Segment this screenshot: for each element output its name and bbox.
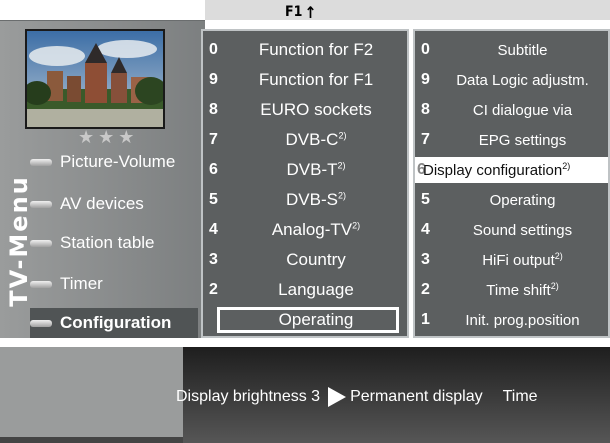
top-panel	[205, 0, 610, 20]
item-number: 3	[421, 251, 430, 268]
item-number: 9	[421, 71, 430, 88]
preview-thumbnail	[25, 29, 165, 129]
item-label: Data Logic adjustm.	[456, 71, 589, 89]
submenu-item-data-logic[interactable]: 9 Data Logic adjustm.	[415, 67, 608, 93]
submenu-item-epg-settings[interactable]: 7 EPG settings	[415, 127, 608, 153]
status-tail-text: Time	[502, 388, 538, 405]
item-label: Subtitle	[497, 41, 548, 59]
menu-item-dvb-c[interactable]: 7 DVB-C2)	[203, 127, 407, 153]
status-left-text: Display brightness 3	[176, 388, 321, 405]
sidebar-item-configuration[interactable]: Configuration	[30, 308, 198, 338]
item-label: DVB-C2)	[285, 130, 347, 149]
item-number: 5	[209, 191, 218, 208]
bullet-bar-icon	[30, 239, 52, 247]
item-label: CI dialogue via	[472, 101, 573, 119]
sidebar-item-timer[interactable]: Timer	[30, 269, 103, 299]
item-label: Country	[286, 250, 346, 269]
submenu-item-init-prog-position[interactable]: 1 Init. prog.position	[415, 307, 608, 333]
sidebar-item-picture-volume[interactable]: Picture-Volume	[30, 147, 175, 177]
item-number: 8	[421, 101, 430, 118]
item-label: Display configuration2)	[423, 161, 571, 179]
selection-frame	[217, 307, 399, 333]
f1-label: F1	[285, 4, 303, 20]
menu-item-euro-sockets[interactable]: 8 EURO sockets	[203, 97, 407, 123]
submenu-item-display-configuration[interactable]: 6 Display configuration2)	[415, 157, 608, 183]
bullet-bar-icon	[30, 200, 52, 208]
sidebar-item-av-devices[interactable]: AV devices	[30, 189, 144, 219]
item-label: Function for F2	[258, 40, 374, 59]
sidebar-item-label: Station table	[60, 233, 155, 252]
menu-title-text: TV-Menu	[5, 175, 33, 307]
item-label: Analog-TV2)	[271, 220, 361, 239]
item-number: 7	[209, 131, 218, 148]
submenu-item-hifi-output[interactable]: 3 HiFi output2)	[415, 247, 608, 273]
item-number: 7	[421, 131, 430, 148]
item-label: Sound settings	[472, 221, 573, 239]
configuration-menu: 0 Function for F2 9 Function for F1 8 EU…	[201, 29, 409, 338]
item-number: 5	[421, 191, 430, 208]
menu-item-analog-tv[interactable]: 4 Analog-TV2)	[203, 217, 407, 243]
item-number: 0	[421, 41, 430, 58]
sidebar-item-station-table[interactable]: Station table	[30, 228, 155, 258]
item-label: EURO sockets	[260, 100, 372, 119]
info-box-shadow	[0, 437, 183, 443]
up-arrow-icon: ↑	[304, 2, 317, 22]
sidebar-item-label: Picture-Volume	[60, 152, 176, 171]
menu-item-country[interactable]: 3 Country	[203, 247, 407, 273]
item-number: 8	[209, 101, 218, 118]
sidebar-item-label: Configuration	[60, 313, 172, 332]
item-label: Time shift2)	[486, 281, 559, 299]
rating-stars: ★★★	[78, 127, 139, 147]
info-box	[0, 347, 183, 443]
bullet-bar-icon	[30, 158, 52, 166]
play-icon	[328, 387, 347, 407]
item-label: Function for F1	[258, 70, 374, 89]
item-number: 6	[417, 161, 426, 178]
menu-item-dvb-s[interactable]: 5 DVB-S2)	[203, 187, 407, 213]
f1-indicator: F1 ↑	[285, 1, 345, 23]
menu-item-function-f1[interactable]: 9 Function for F1	[203, 67, 407, 93]
submenu-item-time-shift[interactable]: 2 Time shift2)	[415, 277, 608, 303]
item-number: 4	[209, 221, 218, 238]
operating-submenu: 0 Subtitle 9 Data Logic adjustm. 8 CI di…	[413, 29, 610, 338]
item-number: 6	[209, 161, 218, 178]
item-number: 0	[209, 41, 218, 58]
submenu-item-operating[interactable]: 5 Operating	[415, 187, 608, 213]
submenu-item-sound-settings[interactable]: 4 Sound settings	[415, 217, 608, 243]
status-right-text: Permanent display	[350, 388, 483, 405]
bullet-bar-icon	[30, 319, 52, 327]
menu-item-language[interactable]: 2 Language	[203, 277, 407, 303]
menu-item-function-f2[interactable]: 0 Function for F2	[203, 37, 407, 63]
item-number: 2	[421, 281, 430, 298]
item-label: Operating	[489, 191, 556, 209]
item-number: 2	[209, 281, 218, 298]
item-label: EPG settings	[478, 131, 567, 149]
item-label: HiFi output2)	[482, 251, 563, 269]
submenu-item-subtitle[interactable]: 0 Subtitle	[415, 37, 608, 63]
sidebar-item-label: Timer	[60, 274, 103, 293]
sidebar: ★★★ TV-Menu Picture-Volume AV devices St…	[0, 20, 205, 338]
item-number: 9	[209, 71, 218, 88]
item-number: 1	[421, 311, 430, 328]
menu-item-dvb-t[interactable]: 6 DVB-T2)	[203, 157, 407, 183]
menu-item-operating[interactable]: 1 Operating	[203, 307, 407, 333]
sidebar-item-label: AV devices	[60, 194, 144, 213]
status-ticker: Display brightness 3 Permanent display T…	[176, 384, 538, 410]
submenu-item-ci-dialogue[interactable]: 8 CI dialogue via	[415, 97, 608, 123]
item-label: Init. prog.position	[465, 311, 580, 329]
item-label: DVB-S2)	[286, 190, 346, 209]
bullet-bar-icon	[30, 280, 52, 288]
item-number: 4	[421, 221, 430, 238]
item-label: DVB-T2)	[286, 160, 346, 179]
item-number: 3	[209, 251, 218, 268]
item-label: Language	[278, 280, 354, 299]
